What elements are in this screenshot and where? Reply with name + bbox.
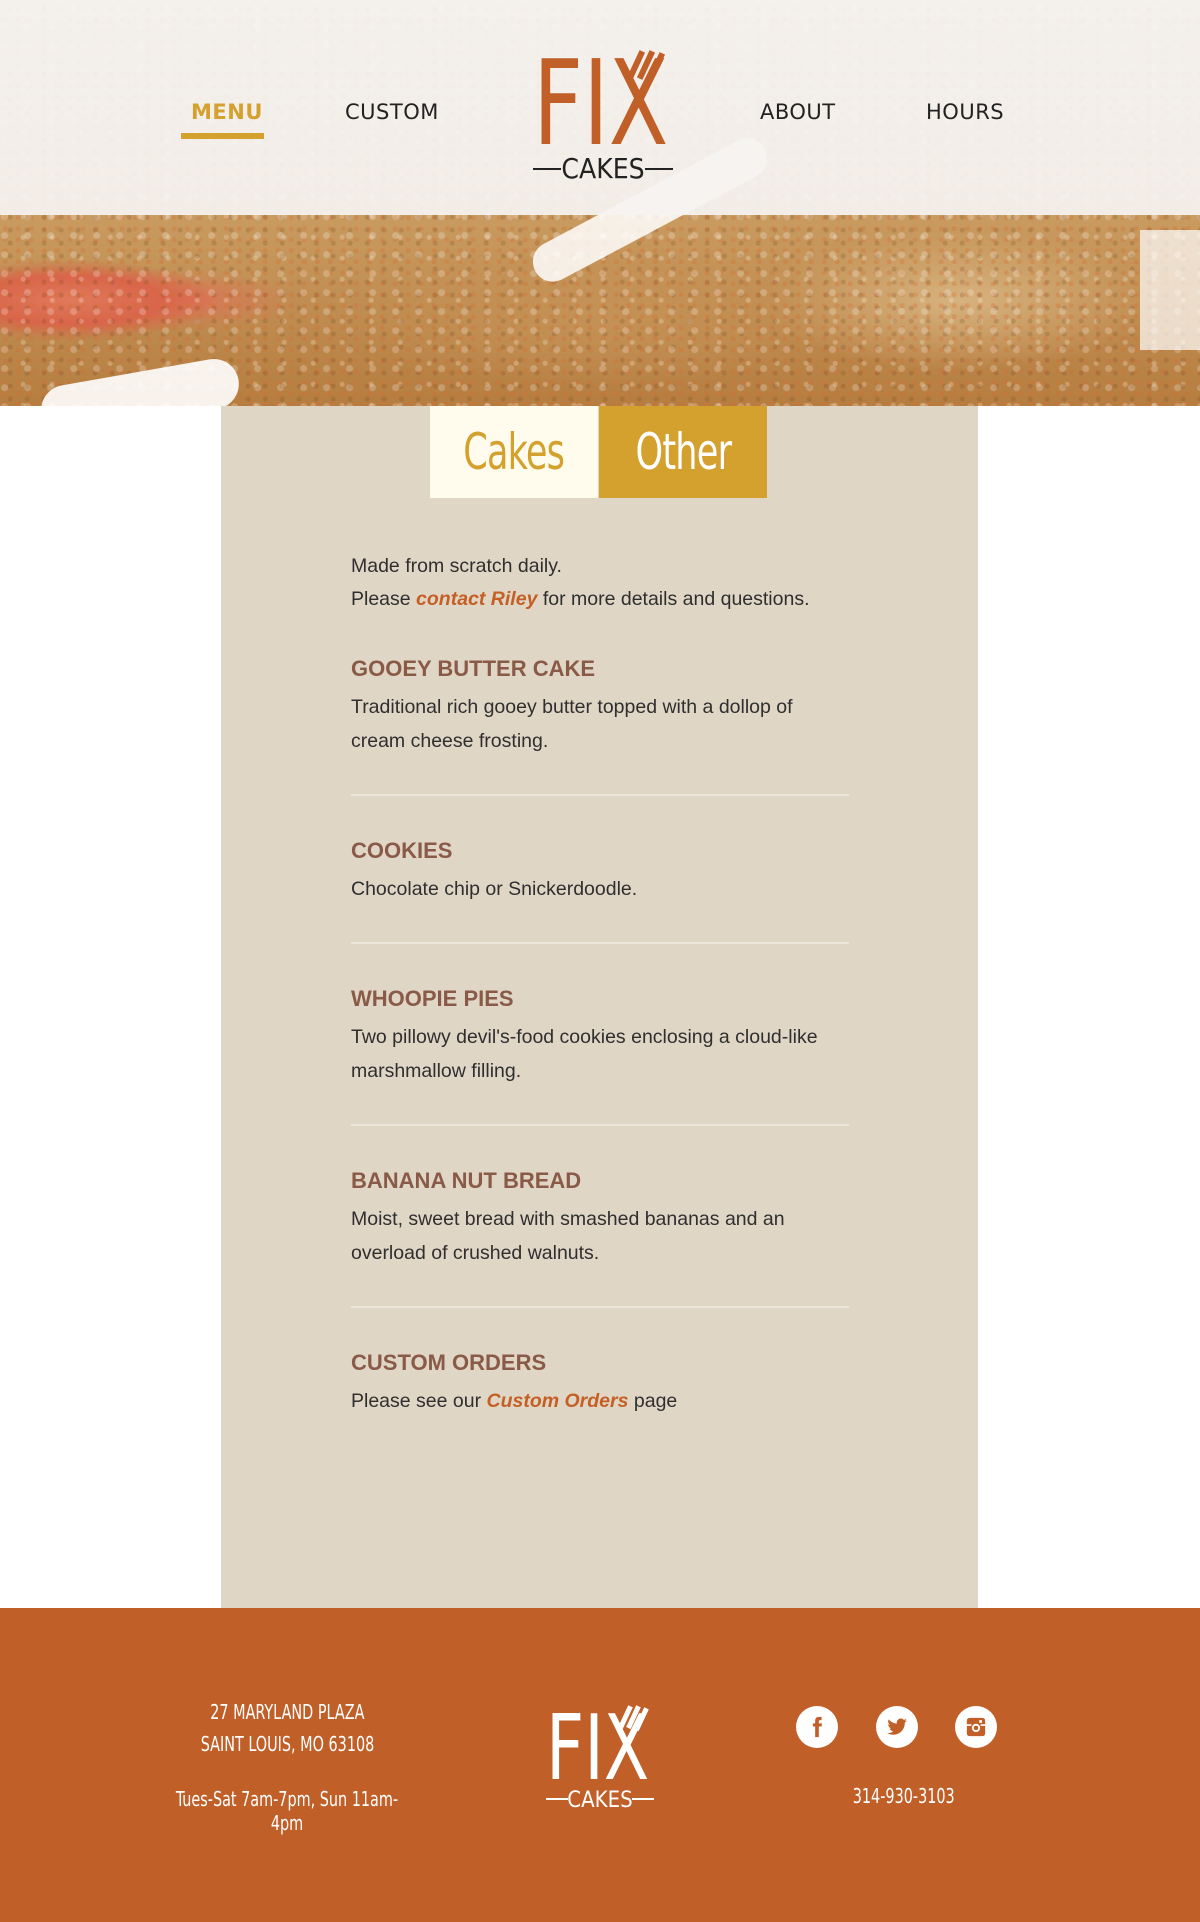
footer-phone[interactable]: 314-930-3103 bbox=[804, 1784, 1004, 1808]
menu-item: GOOEY BUTTER CAKE Traditional rich gooey… bbox=[351, 654, 849, 796]
custom-orders-link[interactable]: Custom Orders bbox=[487, 1390, 629, 1412]
fix-cakes-logo[interactable]: FIX CAKES bbox=[533, 32, 673, 182]
menu-item: COOKIES Chocolate chip or Snickerdoodle. bbox=[351, 836, 849, 944]
item-description: Moist, sweet bread with smashed bananas … bbox=[351, 1208, 785, 1264]
menu-item: BANANA NUT BREAD Moist, sweet bread with… bbox=[351, 1166, 849, 1308]
custom-orders-after: page bbox=[628, 1390, 678, 1412]
item-divider bbox=[351, 1124, 849, 1126]
twitter-icon bbox=[887, 1718, 907, 1735]
item-divider bbox=[351, 942, 849, 944]
address-line2: SAINT LOUIS, MO 63108 bbox=[200, 1732, 374, 1756]
contact-riley-link[interactable]: contact Riley bbox=[416, 588, 537, 610]
logo-cakes-text: CAKES bbox=[561, 152, 644, 182]
intro-line1: Made from scratch daily. bbox=[351, 555, 562, 577]
footer-logo-cakes-text: CAKES bbox=[567, 1788, 632, 1813]
plate-edge bbox=[1140, 230, 1200, 350]
item-title: COOKIES bbox=[351, 838, 453, 863]
footer-address: 27 MARYLAND PLAZA SAINT LOUIS, MO 63108 bbox=[137, 1696, 437, 1760]
nav-hours[interactable]: HOURS bbox=[926, 100, 1004, 124]
nav-menu[interactable]: MENU bbox=[191, 100, 263, 124]
custom-orders-section: CUSTOM ORDERS Please see our Custom Orde… bbox=[351, 1348, 849, 1418]
custom-orders-before: Please see our bbox=[351, 1390, 487, 1412]
tab-cakes-label: Cakes bbox=[463, 423, 566, 481]
footer-hours: Tues-Sat 7am-7pm, Sun 11am-4pm bbox=[137, 1787, 437, 1835]
tab-other-label: Other bbox=[635, 423, 731, 481]
hours-text: Tues-Sat 7am-7pm, Sun 11am-4pm bbox=[175, 1787, 399, 1835]
intro-text: Made from scratch daily. Please contact … bbox=[351, 550, 849, 616]
item-description: Traditional rich gooey butter topped wit… bbox=[351, 696, 793, 752]
item-title: BANANA NUT BREAD bbox=[351, 1168, 582, 1193]
site-header: MENU CUSTOM FIX CAKES ABOUT HOURS bbox=[0, 0, 1200, 215]
instagram-button[interactable] bbox=[955, 1706, 997, 1748]
menu-content: Made from scratch daily. Please contact … bbox=[351, 550, 849, 1418]
address-line1: 27 MARYLAND PLAZA bbox=[209, 1700, 365, 1724]
tab-cakes[interactable]: Cakes bbox=[430, 406, 598, 498]
custom-orders-text: Please see our Custom Orders page bbox=[351, 1384, 849, 1418]
item-title: WHOOPIE PIES bbox=[351, 986, 514, 1011]
footer-logo[interactable]: FIX CAKES bbox=[546, 1693, 654, 1813]
item-divider bbox=[351, 1306, 849, 1308]
facebook-button[interactable] bbox=[796, 1706, 838, 1748]
item-description: Chocolate chip or Snickerdoodle. bbox=[351, 878, 638, 900]
instagram-icon bbox=[966, 1717, 986, 1737]
item-divider bbox=[351, 794, 849, 796]
phone-text: 314-930-3103 bbox=[853, 1784, 955, 1808]
tab-other[interactable]: Other bbox=[599, 406, 767, 498]
item-title: GOOEY BUTTER CAKE bbox=[351, 656, 596, 681]
item-description: Two pillowy devil's-food cookies enclosi… bbox=[351, 1026, 818, 1082]
twitter-button[interactable] bbox=[876, 1706, 918, 1748]
nav-about[interactable]: ABOUT bbox=[760, 100, 836, 124]
menu-item: WHOOPIE PIES Two pillowy devil's-food co… bbox=[351, 984, 849, 1126]
custom-orders-title: CUSTOM ORDERS bbox=[351, 1350, 547, 1375]
facebook-icon bbox=[812, 1716, 823, 1738]
nav-active-underline bbox=[181, 133, 264, 139]
intro-line2-before: Please bbox=[351, 588, 417, 610]
intro-line2-after: for more details and questions. bbox=[537, 588, 810, 610]
nav-custom[interactable]: CUSTOM bbox=[345, 100, 439, 124]
